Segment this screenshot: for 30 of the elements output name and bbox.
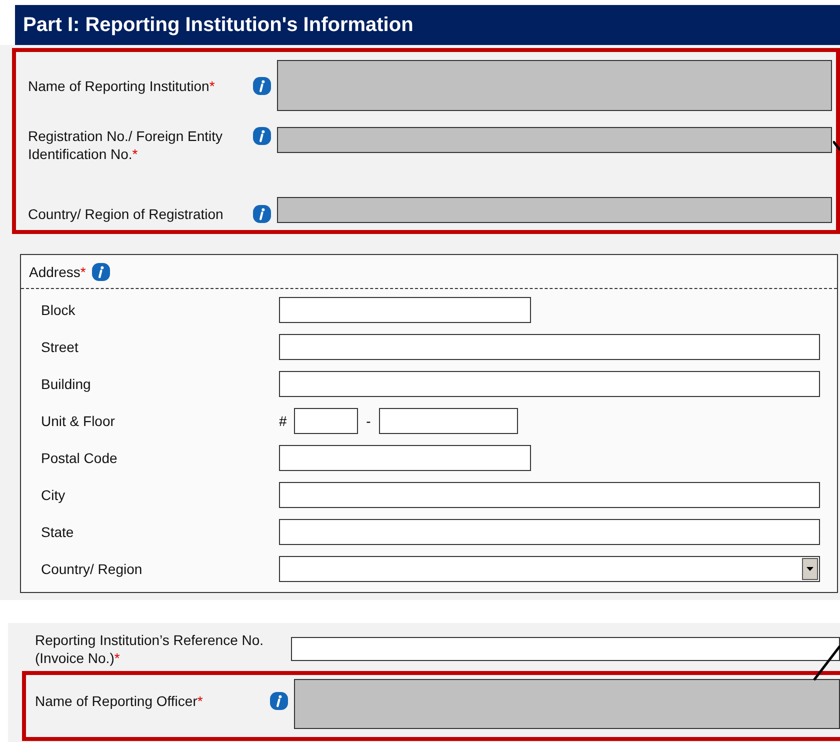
field-label: Unit & Floor bbox=[40, 412, 116, 430]
input-field[interactable] bbox=[279, 445, 531, 471]
field-label: Building bbox=[40, 374, 92, 394]
field-label: State bbox=[40, 522, 75, 542]
input-field[interactable] bbox=[279, 297, 531, 323]
field-label: City bbox=[40, 486, 66, 505]
input-field[interactable] bbox=[279, 519, 820, 545]
field-label: Postal Code bbox=[40, 448, 118, 468]
leader-line bbox=[813, 645, 840, 681]
info-icon[interactable] bbox=[92, 262, 110, 280]
field-label: Name of Reporting Officer* bbox=[35, 692, 203, 710]
field-label: Address* bbox=[29, 262, 86, 280]
input-field[interactable] bbox=[279, 334, 820, 360]
field-label: Reporting Institution’s Reference No. (Invoice No.)* bbox=[35, 631, 265, 667]
leader-line bbox=[833, 141, 840, 151]
section-title: Part I: Reporting Institution's Information bbox=[23, 13, 414, 38]
field-label: Name of Reporting Institution* bbox=[28, 76, 215, 94]
field-label: Registration No./ Foreign Entity Identification No.* bbox=[28, 127, 224, 163]
dropdown-field[interactable] bbox=[279, 556, 820, 582]
input-field[interactable] bbox=[294, 408, 358, 434]
input-field[interactable] bbox=[379, 408, 518, 434]
field-label: Street bbox=[40, 338, 80, 356]
field-label: Country/ Region of Registration bbox=[28, 205, 224, 223]
input-field[interactable] bbox=[291, 637, 840, 661]
field-label: Country/ Region bbox=[40, 560, 144, 579]
input-field[interactable] bbox=[279, 371, 820, 397]
unit-prefix: # bbox=[279, 412, 288, 430]
input-field[interactable] bbox=[279, 482, 820, 508]
unit-separator: - bbox=[365, 412, 372, 430]
field-label: Block bbox=[40, 300, 76, 320]
